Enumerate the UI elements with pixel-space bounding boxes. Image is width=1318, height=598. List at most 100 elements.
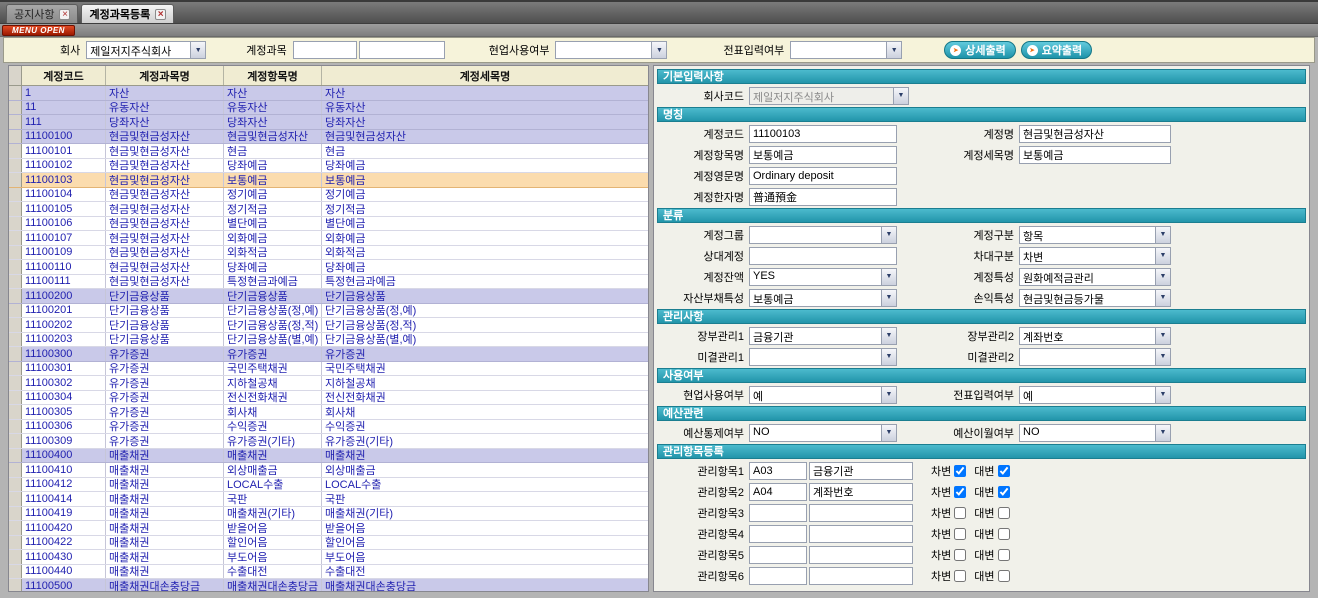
company-select[interactable]: 제일저지주식회사 xyxy=(86,41,206,59)
table-row[interactable]: 11100300 유가증권 유가증권 유가증권 xyxy=(9,347,648,362)
table-row[interactable]: 11100105 현금및현금성자산 정기적금 정기적금 xyxy=(9,202,648,217)
table-row[interactable]: 11100422 매출채권 할인어음 할인어음 xyxy=(9,536,648,551)
debit-checkbox[interactable] xyxy=(954,549,966,561)
mgmt-item-name-input[interactable] xyxy=(809,525,913,543)
use-filter-select[interactable] xyxy=(555,41,667,59)
menu-open-button[interactable]: MENU OPEN xyxy=(2,25,75,36)
table-row[interactable]: 11100111 현금및현금성자산 특정현금과예금 특정현금과예금 xyxy=(9,275,648,290)
book2-select[interactable]: 계좌번호 xyxy=(1019,327,1171,345)
debit-checkbox[interactable] xyxy=(954,528,966,540)
table-row[interactable]: 111 당좌자산 당좌자산 당좌자산 xyxy=(9,115,648,130)
table-row[interactable]: 11100400 매출채권 매출채권 매출채권 xyxy=(9,449,648,464)
mgmt-item-name-input[interactable] xyxy=(809,567,913,585)
table-row[interactable]: 11100304 유가증권 전신전화채권 전신전화채권 xyxy=(9,391,648,406)
table-row[interactable]: 11100104 현금및현금성자산 정기예금 정기예금 xyxy=(9,188,648,203)
cell-account-code: 11100110 xyxy=(22,260,106,274)
balance-select[interactable]: YES xyxy=(749,268,897,286)
table-row[interactable]: 11100203 단기금융상품 단기금융상품(별,예) 단기금융상품(별,예) xyxy=(9,333,648,348)
mgmt-item-name-input[interactable] xyxy=(809,483,913,501)
table-row[interactable]: 11100419 매출채권 매출채권(기타) 매출채권(기타) xyxy=(9,507,648,522)
table-row[interactable]: 11100309 유가증권 유가증권(기타) 유가증권(기타) xyxy=(9,434,648,449)
debit-checkbox[interactable] xyxy=(954,486,966,498)
debit-checkbox[interactable] xyxy=(954,507,966,519)
detail-print-button[interactable]: 상세출력 xyxy=(944,41,1015,59)
kind-select[interactable]: 항목 xyxy=(1019,226,1171,244)
mgmt-item-code-input[interactable] xyxy=(749,504,807,522)
table-row[interactable]: 11100412 매출채권 LOCAL수출 LOCAL수출 xyxy=(9,478,648,493)
table-row[interactable]: 11 유동자산 유동자산 유동자산 xyxy=(9,101,648,116)
close-icon[interactable] xyxy=(155,9,166,20)
mgmt-item-code-input[interactable] xyxy=(749,483,807,501)
credit-checkbox[interactable] xyxy=(998,486,1010,498)
table-row[interactable]: 1 자산 자산 자산 xyxy=(9,86,648,101)
debit-checkbox[interactable] xyxy=(954,570,966,582)
item-name-input[interactable] xyxy=(749,146,897,164)
table-row[interactable]: 11100103 현금및현금성자산 보통예금 보통예금 xyxy=(9,173,648,188)
table-row[interactable]: 11100440 매출채권 수출대전 수출대전 xyxy=(9,565,648,580)
table-row[interactable]: 11100301 유가증권 국민주택채권 국민주택채권 xyxy=(9,362,648,377)
asset-trait-select[interactable]: 보통예금 xyxy=(749,289,897,307)
account-code-input[interactable] xyxy=(749,125,897,143)
table-row[interactable]: 11100109 현금및현금성자산 외화적금 외화적금 xyxy=(9,246,648,261)
mgmt-item-name-input[interactable] xyxy=(809,504,913,522)
book1-select[interactable]: 금융기관 xyxy=(749,327,897,345)
sub-name-input[interactable] xyxy=(1019,146,1171,164)
credit-checkbox[interactable] xyxy=(998,549,1010,561)
table-row[interactable]: 11100202 단기금융상품 단기금융상품(정,적) 단기금융상품(정,적) xyxy=(9,318,648,333)
slip-select[interactable]: 예 xyxy=(1019,386,1171,404)
debit-check-group: 차변 xyxy=(931,568,966,584)
table-row[interactable]: 11100410 매출채권 외상매출금 외상매출금 xyxy=(9,463,648,478)
slip-filter-select[interactable] xyxy=(790,41,902,59)
account-name-filter-input[interactable] xyxy=(359,41,445,59)
group-select[interactable] xyxy=(749,226,897,244)
cell-account-code: 11100100 xyxy=(22,130,106,144)
table-row[interactable]: 11100107 현금및현금성자산 외화예금 외화예금 xyxy=(9,231,648,246)
use-select[interactable]: 예 xyxy=(749,386,897,404)
trait-select[interactable]: 원화예적금관리 xyxy=(1019,268,1171,286)
credit-checkbox[interactable] xyxy=(998,528,1010,540)
open2-select[interactable] xyxy=(1019,348,1171,366)
table-row[interactable]: 11100100 현금및현금성자산 현금및현금성자산 현금및현금성자산 xyxy=(9,130,648,145)
pl-trait-select[interactable]: 현금및현금등가물 xyxy=(1019,289,1171,307)
debit-checkbox[interactable] xyxy=(954,465,966,477)
credit-checkbox[interactable] xyxy=(998,570,1010,582)
table-row[interactable]: 11100201 단기금융상품 단기금융상품(정,예) 단기금융상품(정,예) xyxy=(9,304,648,319)
summary-print-button[interactable]: 요약출력 xyxy=(1021,41,1092,59)
counter-account-input[interactable] xyxy=(749,247,897,265)
table-row[interactable]: 11100101 현금및현금성자산 현금 현금 xyxy=(9,144,648,159)
filter-bar: 회사 제일저지주식회사 계정과목 현업사용여부 전표입력여부 상세출력 요약출력 xyxy=(3,37,1315,63)
credit-checkbox[interactable] xyxy=(998,465,1010,477)
open1-select[interactable] xyxy=(749,348,897,366)
table-row[interactable]: 11100414 매출채권 국판 국판 xyxy=(9,492,648,507)
account-code-filter-input[interactable] xyxy=(293,41,357,59)
cell-item-name: 현금 xyxy=(224,144,322,158)
table-row[interactable]: 11100500 매출채권대손충당금 매출채권대손충당금 매출채권대손충당금 xyxy=(9,579,648,591)
mgmt-item-name-input[interactable] xyxy=(809,462,913,480)
company-code-select[interactable]: 제일저지주식회사 xyxy=(749,87,909,105)
menu-strip: MENU OPEN xyxy=(0,24,1318,37)
table-row[interactable]: 11100200 단기금융상품 단기금융상품 단기금융상품 xyxy=(9,289,648,304)
credit-checkbox[interactable] xyxy=(998,507,1010,519)
eng-name-input[interactable] xyxy=(749,167,897,185)
mgmt-item-code-input[interactable] xyxy=(749,525,807,543)
table-row[interactable]: 11100430 매출채권 부도어음 부도어음 xyxy=(9,550,648,565)
tab-account-register[interactable]: 계정과목등록 xyxy=(81,4,174,23)
close-icon[interactable] xyxy=(59,9,70,20)
table-row[interactable]: 11100302 유가증권 지하철공채 지하철공채 xyxy=(9,376,648,391)
hanja-name-input[interactable] xyxy=(749,188,897,206)
budget-carry-select[interactable]: NO xyxy=(1019,424,1171,442)
table-row[interactable]: 11100106 현금및현금성자산 별단예금 별단예금 xyxy=(9,217,648,232)
mgmt-item-code-input[interactable] xyxy=(749,546,807,564)
table-row[interactable]: 11100306 유가증권 수익증권 수익증권 xyxy=(9,420,648,435)
account-name-input[interactable] xyxy=(1019,125,1171,143)
tab-notice[interactable]: 공지사항 xyxy=(6,4,78,23)
budget-ctrl-select[interactable]: NO xyxy=(749,424,897,442)
dc-select[interactable]: 차변 xyxy=(1019,247,1171,265)
mgmt-item-name-input[interactable] xyxy=(809,546,913,564)
table-row[interactable]: 11100305 유가증권 회사채 회사채 xyxy=(9,405,648,420)
table-row[interactable]: 11100102 현금및현금성자산 당좌예금 당좌예금 xyxy=(9,159,648,174)
table-row[interactable]: 11100420 매출채권 받을어음 받을어음 xyxy=(9,521,648,536)
mgmt-item-code-input[interactable] xyxy=(749,567,807,585)
table-row[interactable]: 11100110 현금및현금성자산 당좌예금 당좌예금 xyxy=(9,260,648,275)
mgmt-item-code-input[interactable] xyxy=(749,462,807,480)
